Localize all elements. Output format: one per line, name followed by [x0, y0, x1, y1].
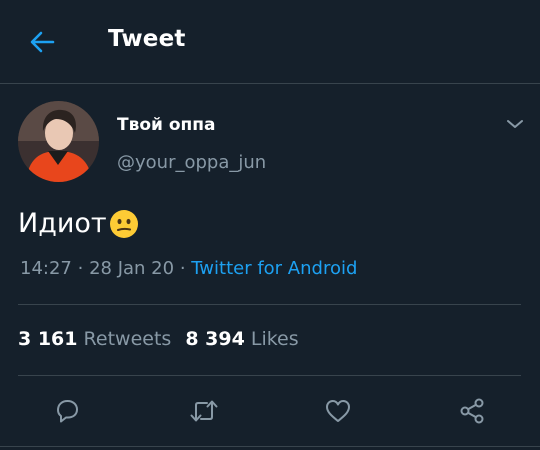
meta-separator: · [77, 258, 84, 279]
share-icon [460, 398, 484, 424]
retweets-label: Retweets [83, 328, 172, 350]
confused-face-icon [109, 209, 139, 239]
retweet-icon [190, 400, 218, 422]
avatar[interactable] [18, 101, 99, 182]
likes-count: 8 394 [185, 328, 245, 350]
tweet-time: 14:27 [20, 258, 72, 279]
reply-icon [57, 400, 78, 423]
page-title: Tweet [108, 26, 186, 52]
chevron-down-icon [507, 120, 523, 128]
tweet-stats: 3 161 Retweets 8 394 Likes [18, 328, 299, 350]
tweet-source-link[interactable]: Twitter for Android [191, 258, 357, 279]
username[interactable]: @your_oppa_jun [117, 152, 266, 173]
top-bar: Tweet [0, 0, 540, 84]
likes-stat[interactable]: 8 394 Likes [185, 328, 298, 350]
likes-label: Likes [250, 328, 299, 350]
retweets-stat[interactable]: 3 161 Retweets [18, 328, 171, 350]
retweets-count: 3 161 [18, 328, 78, 350]
more-options-button[interactable] [502, 113, 528, 135]
divider [0, 446, 540, 447]
tweet-text: Идиот [18, 208, 139, 239]
tweet-date: 28 Jan 20 [89, 258, 175, 279]
tweet-text-content: Идиот [18, 208, 107, 239]
share-button[interactable] [454, 393, 490, 429]
meta-separator: · [179, 258, 186, 279]
back-button[interactable] [22, 24, 62, 60]
reply-button[interactable] [49, 393, 85, 429]
retweet-button[interactable] [186, 393, 222, 429]
like-button[interactable] [320, 393, 356, 429]
divider [18, 375, 521, 376]
like-icon [326, 400, 350, 422]
display-name[interactable]: Твой оппа [117, 115, 216, 135]
action-bar [0, 393, 540, 429]
tweet-meta: 14:27 · 28 Jan 20 · Twitter for Android [20, 258, 357, 279]
divider [18, 304, 521, 305]
arrow-left-icon [30, 31, 55, 53]
